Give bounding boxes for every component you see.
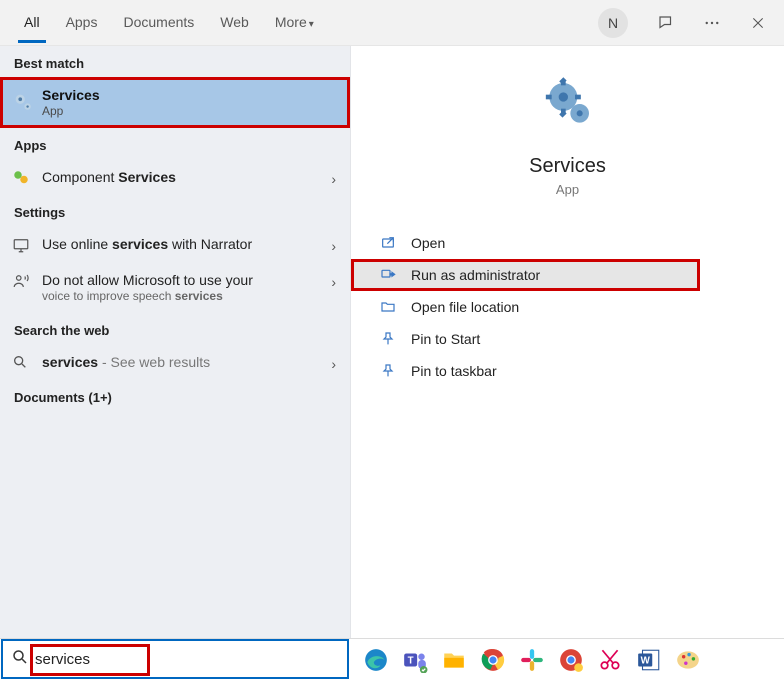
section-web: Search the web [0,313,350,344]
shield-run-icon [379,267,397,283]
more-options-icon[interactable] [696,7,728,39]
taskbar: T W [0,638,784,680]
chevron-right-icon: › [331,356,336,372]
search-icon [11,648,29,671]
chevron-right-icon: › [331,238,336,254]
filter-bar: All Apps Documents Web More▾ N [0,0,784,46]
section-settings: Settings [0,195,350,226]
taskbar-paint-icon[interactable] [673,645,703,675]
preview-pane: Services App Open Run as administrator [350,46,784,638]
taskbar-slack-icon[interactable] [517,645,547,675]
user-avatar[interactable]: N [598,8,628,38]
section-documents: Documents (1+) [0,380,350,411]
settings-row-speech[interactable]: Do not allow Microsoft to use your voice… [0,262,350,313]
search-input[interactable] [35,651,339,668]
close-icon[interactable] [742,7,774,39]
taskbar-file-explorer-icon[interactable] [439,645,469,675]
chevron-right-icon: › [331,171,336,187]
folder-icon [379,299,397,315]
taskbar-teams-icon[interactable]: T [400,645,430,675]
gears-icon [12,91,34,113]
taskbar-snip-icon[interactable] [595,645,625,675]
section-best-match: Best match [0,46,350,77]
filter-tab-more[interactable]: More▾ [269,2,320,43]
taskbar-edge-icon[interactable] [361,645,391,675]
action-open[interactable]: Open [351,227,784,259]
best-match-services[interactable]: Services App [0,77,350,128]
preview-subtitle: App [556,182,579,197]
filter-tab-documents[interactable]: Documents [117,2,200,43]
web-row-services[interactable]: services - See web results › [0,344,350,380]
pin-icon [379,363,397,379]
filter-tab-all[interactable]: All [18,2,46,43]
results-pane: Best match Services App Apps Component S… [0,46,350,638]
action-open-file-location[interactable]: Open file location [351,291,784,323]
section-apps: Apps [0,128,350,159]
pin-icon [379,331,397,347]
open-icon [379,235,397,251]
feedback-icon[interactable] [650,7,682,39]
search-icon [12,354,28,370]
action-pin-to-taskbar[interactable]: Pin to taskbar [351,355,784,387]
svg-text:W: W [641,655,651,666]
taskbar-chrome-icon[interactable] [478,645,508,675]
best-match-title: Services [42,87,336,103]
taskbar-chrome-canary-icon[interactable] [556,645,586,675]
svg-text:T: T [408,655,414,666]
taskbar-word-icon[interactable]: W [634,645,664,675]
chevron-down-icon: ▾ [309,19,314,30]
component-services-icon [12,169,30,187]
filter-tab-apps[interactable]: Apps [60,2,104,43]
apps-row-component-services[interactable]: Component Services › [0,159,350,195]
action-run-as-administrator[interactable]: Run as administrator [351,259,700,291]
monitor-icon [12,236,30,254]
settings-row-narrator[interactable]: Use online services with Narrator › [0,226,350,262]
preview-title: Services [529,155,606,178]
person-speech-icon [12,272,30,290]
filter-tab-web[interactable]: Web [214,2,255,43]
search-box[interactable] [1,639,349,679]
action-pin-to-start[interactable]: Pin to Start [351,323,784,355]
gears-icon [540,76,596,137]
best-match-subtitle: App [42,104,336,118]
chevron-right-icon: › [331,274,336,290]
